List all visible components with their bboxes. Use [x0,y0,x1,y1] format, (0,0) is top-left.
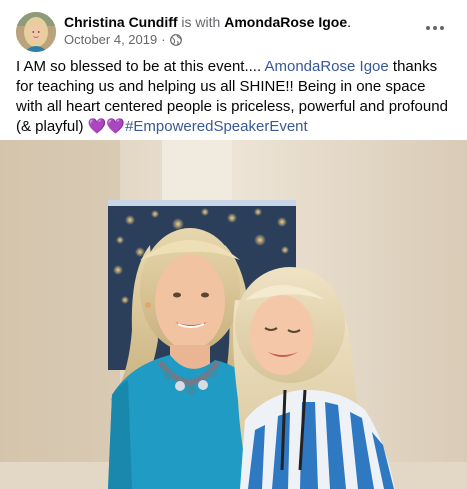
purple-heart-emoji: 💜💜 [87,118,126,135]
tagged-person-link[interactable]: AmondaRose Igoe [224,14,347,30]
more-horizontal-icon [426,26,430,30]
author-avatar[interactable] [16,12,56,52]
post-message: I AM so blessed to be at this event.... … [16,57,456,137]
author-name-link[interactable]: Christina Cundiff [64,14,178,30]
post-header: Christina Cundiff is with AmondaRose Igo… [0,0,467,54]
facebook-post: Christina Cundiff is with AmondaRose Igo… [0,0,467,489]
post-meta: October 4, 2019 · [64,32,182,48]
globe-icon[interactable] [169,34,182,46]
photo-image [0,140,467,489]
more-dot [440,26,444,30]
meta-separator: · [161,32,166,47]
mention-link[interactable]: AmondaRose Igoe [264,58,388,75]
with-text: is with [177,14,225,30]
post-date-link[interactable]: October 4, 2019 [64,32,157,48]
avatar-image [16,12,56,52]
more-options-button[interactable] [419,16,451,40]
post-photo[interactable] [0,140,467,489]
more-dot [433,26,437,30]
tagged-suffix: . [347,14,352,30]
hashtag-link[interactable]: #EmpoweredSpeakerEvent [125,118,308,135]
post-header-title: Christina Cundiff is with AmondaRose Igo… [64,13,351,31]
post-text-part1: I AM so blessed to be at this event.... [16,58,265,75]
